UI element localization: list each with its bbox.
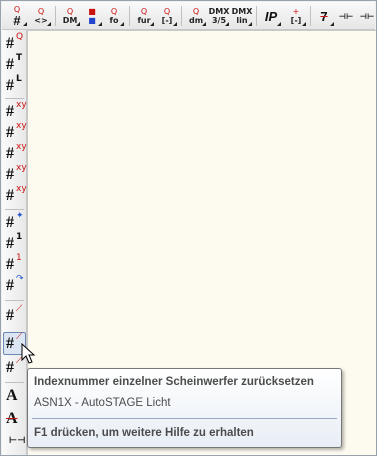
hash-icon: #: [6, 335, 14, 352]
color-swatch-icon: ■: [88, 7, 96, 16]
toolbar-separator: [310, 6, 311, 26]
app-window: Q # Q <> Q DM ■ ■ Q fo Q fur Q [-] Q dm …: [0, 0, 377, 456]
dropdown-arrow-icon: [248, 22, 252, 26]
top-toolbar: Q # Q <> Q DM ■ ■ Q fo Q fur Q [-] Q dm …: [2, 2, 375, 30]
hash-icon: #: [13, 13, 21, 28]
dmx-line-button[interactable]: DMX lin: [231, 5, 253, 27]
align-button[interactable]: ⊣⊢: [335, 5, 357, 27]
frame-button[interactable]: Q [-]: [156, 5, 178, 27]
index-q-button[interactable]: Q #: [6, 5, 28, 27]
dm-button[interactable]: Q DM: [59, 5, 81, 27]
hash-icon: #: [6, 359, 14, 376]
hash-icon: #: [6, 145, 14, 162]
tooltip-help: F1 drücken, um weitere Hilfe zu erhalten: [34, 427, 254, 439]
dropdown-arrow-icon: [98, 22, 102, 26]
index-xy-tool-3[interactable]: # xy: [4, 142, 27, 164]
toolbar-separator: [5, 98, 24, 99]
hash-icon: #: [6, 277, 14, 294]
pin-icon: ⊢⊣: [9, 436, 26, 446]
hash-icon: #: [6, 307, 14, 324]
index-one-tool[interactable]: #1: [4, 232, 25, 254]
dropdown-arrow-icon: [47, 22, 51, 26]
toolbar-separator: [181, 6, 182, 26]
color-button[interactable]: ■ ■: [81, 5, 103, 27]
index-xy-tool-4[interactable]: # xy: [4, 163, 27, 185]
index-xy-tool-5[interactable]: # xy: [4, 184, 27, 206]
text-strike-icon: A: [6, 410, 18, 427]
dropdown-arrow-icon: [120, 22, 124, 26]
plus-icon: +: [292, 7, 300, 16]
index-q-tool[interactable]: # Q: [4, 32, 25, 54]
slash-icon: ⟋: [16, 332, 23, 342]
dropdown-arrow-icon: [173, 22, 177, 26]
toolbar-separator: [129, 6, 130, 26]
hash-icon: #: [6, 77, 14, 94]
fur-button[interactable]: Q fur: [133, 5, 155, 27]
focus-button[interactable]: Q fo: [103, 5, 125, 27]
hash-icon: #: [6, 35, 14, 52]
ip-button[interactable]: IP: [260, 5, 282, 27]
hash-icon: #: [6, 214, 14, 231]
hash-icon: #: [6, 235, 14, 252]
dropdown-arrow-icon: [23, 22, 27, 26]
dropdown-arrow-icon: [150, 22, 154, 26]
tooltip-divider: [32, 418, 337, 419]
hash-icon: #: [6, 187, 14, 204]
dropdown-arrow-icon: [277, 22, 281, 26]
dropdown-arrow-icon: [330, 22, 334, 26]
distribute-button[interactable]: ⊣⊢: [356, 5, 377, 27]
dropdown-arrow-icon: [302, 22, 306, 26]
toolbar-separator: [5, 209, 24, 210]
reset-index-tool[interactable]: # ⟋: [4, 304, 25, 326]
index-star-tool[interactable]: # ✦: [4, 211, 25, 233]
hash-icon: #: [6, 256, 14, 273]
index-l-tool[interactable]: # L: [4, 74, 25, 96]
toolbar-separator: [5, 300, 24, 301]
index-xy-tool-1[interactable]: # xy: [4, 100, 27, 122]
dropdown-arrow-icon: [76, 22, 80, 26]
text-a-icon: A: [6, 387, 18, 404]
strike-button[interactable]: 7: [313, 5, 335, 27]
dropdown-arrow-icon: [202, 22, 206, 26]
index-one-red-tool[interactable]: #1: [4, 253, 25, 275]
insert-button[interactable]: + [-]: [285, 5, 307, 27]
dropdown-arrow-icon: [225, 22, 229, 26]
dmx-3-5-button[interactable]: DMX 3/5: [208, 5, 230, 27]
index-xy-tool-2[interactable]: # xy: [4, 121, 27, 143]
index-rotate-tool[interactable]: # ↷: [4, 274, 25, 296]
tooltip-body: ASN1X - AutoSTAGE Licht: [34, 397, 171, 409]
star-icon: ✦: [16, 211, 24, 221]
toolbar-separator: [256, 6, 257, 26]
hash-icon: #: [6, 124, 14, 141]
index-t-tool[interactable]: # T: [4, 53, 25, 75]
dm-sub-button[interactable]: Q dm: [185, 5, 207, 27]
index-range-button[interactable]: Q <>: [30, 5, 52, 27]
align-icon: ⊣⊢: [338, 11, 354, 21]
slash-icon: ⟋: [16, 304, 23, 314]
text-strike-tool[interactable]: A: [4, 408, 25, 429]
hash-icon: #: [6, 166, 14, 183]
toolbar-separator: [5, 382, 24, 383]
mouse-pointer-icon: [21, 343, 36, 364]
tooltip-title: Indexnummer einzelner Scheinwerfer zurüc…: [34, 376, 314, 388]
hash-icon: #: [6, 56, 14, 73]
toolbar-grip[interactable]: ⊢⊣: [4, 433, 25, 454]
text-index-tool[interactable]: A: [4, 385, 25, 406]
bracket-icon: [-]: [161, 16, 173, 25]
toolbar-separator: [55, 6, 56, 26]
bracket-icon: [-]: [290, 16, 302, 25]
left-toolbar: # Q # T # L # xy # xy # xy # xy # xy # ✦ #1 #1 # ↷…: [2, 30, 27, 455]
distribute-icon: ⊣⊢: [359, 11, 375, 21]
hash-icon: #: [6, 103, 14, 120]
tooltip: Indexnummer einzelner Scheinwerfer zurüc…: [27, 368, 342, 448]
rotate-arrow-icon: ↷: [16, 274, 24, 284]
